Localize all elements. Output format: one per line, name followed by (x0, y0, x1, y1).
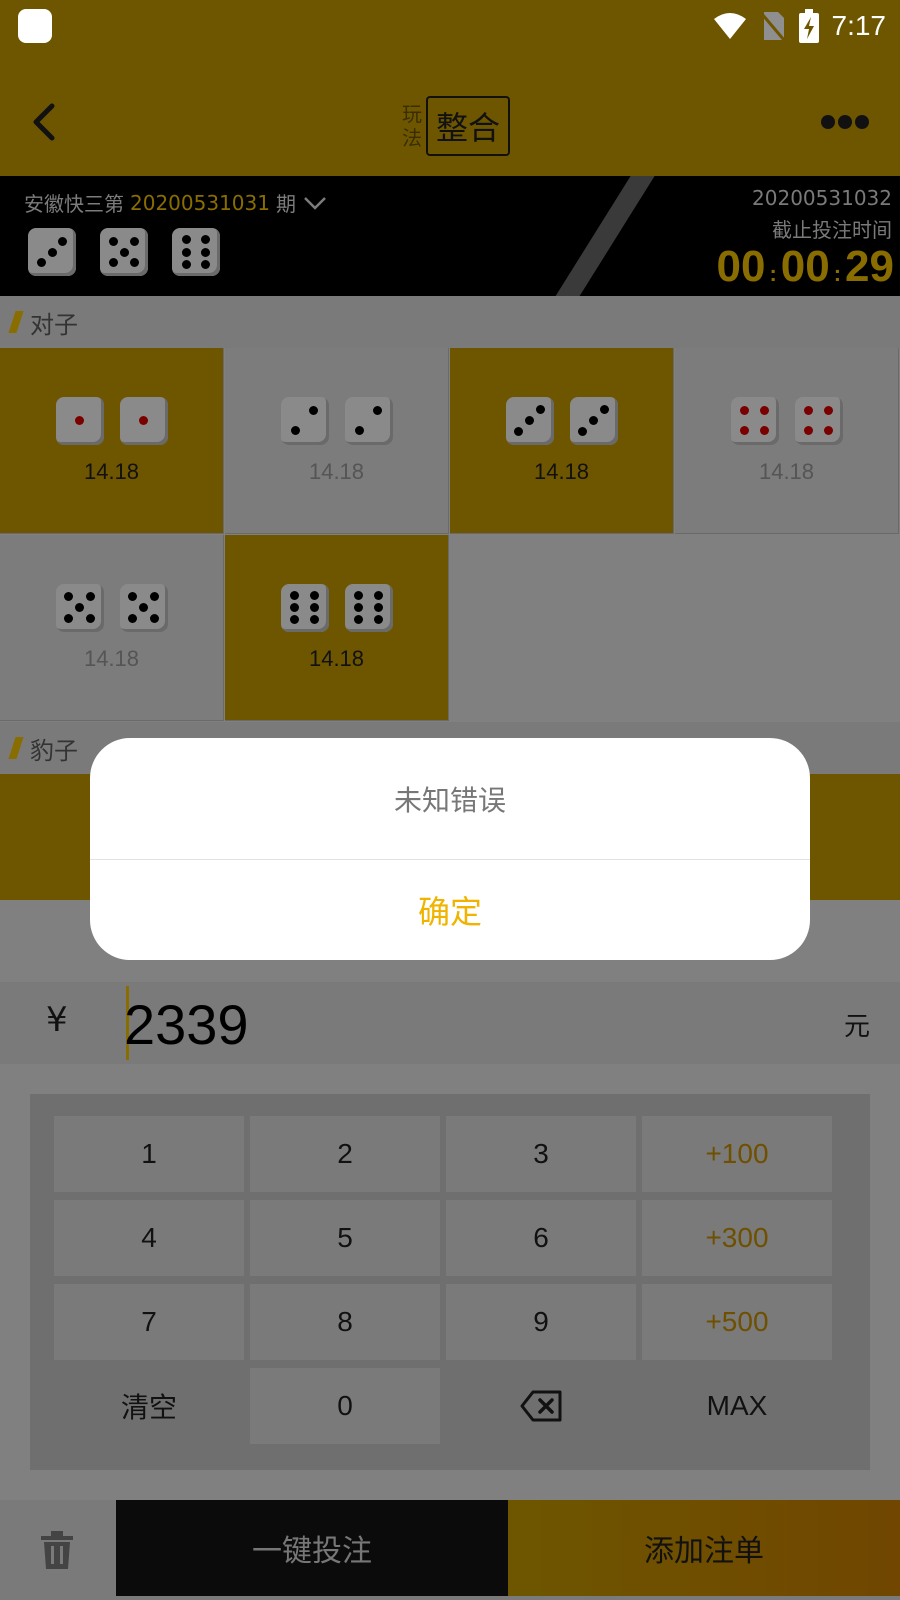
die-face-3-icon (28, 228, 76, 276)
more-options-icon[interactable] (820, 114, 870, 130)
pair-odds: 14.18 (533, 458, 590, 484)
die-face-6-icon (280, 583, 329, 632)
die-face-5-icon (55, 583, 104, 632)
pair-odds: 14.18 (83, 645, 140, 671)
pair-option-5[interactable]: 14.18 (0, 535, 224, 721)
pair-odds: 14.18 (308, 645, 365, 671)
dice-pair (280, 396, 393, 445)
die-face-6-icon (172, 228, 220, 276)
key-2[interactable]: 2 (250, 1116, 440, 1192)
bottom-action-bar: 一键投注 添加注单 (0, 1500, 900, 1600)
die-face-6-icon (344, 583, 393, 632)
pair-odds: 14.18 (758, 458, 815, 484)
key-plus-300[interactable]: +300 (642, 1200, 832, 1276)
die-face-5-icon (119, 583, 168, 632)
key-0[interactable]: 0 (250, 1368, 440, 1444)
wifi-icon (713, 13, 746, 39)
die-face-4-icon (730, 396, 779, 445)
dialog-message: 未知错误 (393, 784, 506, 817)
error-dialog: 未知错误 确定 (90, 738, 810, 960)
bet-amount-row: ¥ 2339 元 (0, 982, 900, 1064)
status-icons: 7:17 (712, 8, 887, 44)
pair-option-4[interactable]: 14.18 (675, 348, 899, 534)
dice-pair (55, 396, 168, 445)
trash-icon[interactable] (40, 1530, 74, 1570)
die-face-3-icon (505, 396, 554, 445)
die-face-1-icon (55, 396, 104, 445)
battery-charging-icon (798, 9, 819, 43)
chevron-down-icon (304, 196, 326, 210)
section-triples-title: 豹子 (30, 736, 78, 765)
dice-pair (505, 396, 618, 445)
die-face-2-icon (280, 396, 329, 445)
add-to-slip-button[interactable]: 添加注单 (508, 1500, 900, 1596)
section-pairs-header: 对子 (0, 296, 900, 348)
key-plus-500[interactable]: +500 (642, 1284, 832, 1360)
currency-unit: 元 (843, 1012, 870, 1042)
last-result-dice (28, 228, 220, 276)
pair-option-6[interactable]: 14.18 (225, 535, 449, 721)
decorative-slash (543, 176, 661, 296)
die-face-2-icon (344, 396, 393, 445)
backspace-key[interactable] (446, 1368, 636, 1444)
key-max[interactable]: MAX (642, 1368, 832, 1444)
die-face-1-icon (119, 396, 168, 445)
deadline-label: 截止投注时间 (772, 218, 892, 242)
key-4[interactable]: 4 (54, 1200, 244, 1276)
section-marker (8, 311, 24, 333)
numeric-keypad: 1 2 3 +100 4 5 6 +300 7 8 9 +500 清空 0 MAX (30, 1094, 870, 1470)
die-face-3-icon (569, 396, 618, 445)
pair-odds: 14.18 (308, 458, 365, 484)
pair-option-1[interactable]: 14.18 (0, 348, 224, 534)
countdown-seconds: 29 (845, 242, 894, 291)
key-7[interactable]: 7 (54, 1284, 244, 1360)
pair-odds: 14.18 (83, 458, 140, 484)
draw-info-panel: 安徽快三第 20200531031 期 20200531032 截止投注时间 0… (0, 176, 900, 296)
key-1[interactable]: 1 (54, 1116, 244, 1192)
no-sim-icon (760, 12, 785, 41)
issue-number: 20200531031 (130, 190, 270, 215)
dialog-confirm-button[interactable]: 确定 (90, 860, 810, 960)
countdown-minutes: 00 (780, 242, 830, 291)
key-plus-100[interactable]: +100 (642, 1116, 832, 1192)
currency-symbol: ¥ (46, 1000, 68, 1040)
pair-option-2[interactable]: 14.18 (225, 348, 449, 534)
dice-pair (55, 583, 168, 632)
dice-pair (280, 583, 393, 632)
key-9[interactable]: 9 (446, 1284, 636, 1360)
play-mode-selector[interactable]: 整合 (426, 96, 510, 156)
key-6[interactable]: 6 (446, 1200, 636, 1276)
countdown-timer: 00:00:29 (716, 242, 894, 291)
app-header: 玩法 整合 (0, 52, 900, 176)
clock: 7:17 (831, 10, 887, 41)
dice-pair (730, 396, 843, 445)
key-8[interactable]: 8 (250, 1284, 440, 1360)
section-marker (8, 737, 24, 759)
countdown-hours: 00 (716, 242, 766, 291)
issue-selector[interactable]: 安徽快三第 20200531031 期 (24, 188, 328, 217)
backspace-icon (520, 1390, 562, 1422)
next-issue-number: 20200531032 (752, 186, 892, 210)
section-pairs-title: 对子 (30, 310, 78, 339)
key-3[interactable]: 3 (446, 1116, 636, 1192)
die-face-4-icon (794, 396, 843, 445)
issue-suffix: 期 (275, 192, 296, 216)
lottery-name: 安徽快三第 (24, 192, 124, 216)
status-bar: 7:17 (0, 0, 900, 52)
app-notification-icon (18, 9, 52, 43)
pair-option-3[interactable]: 14.18 (450, 348, 674, 534)
key-clear[interactable]: 清空 (54, 1368, 244, 1444)
play-mode-label: 玩法 (402, 102, 422, 150)
key-5[interactable]: 5 (250, 1200, 440, 1276)
bet-amount-input[interactable]: 2339 (124, 992, 249, 1057)
back-arrow-icon[interactable] (26, 102, 66, 142)
quick-bet-button[interactable]: 一键投注 (116, 1500, 508, 1596)
die-face-5-icon (100, 228, 148, 276)
